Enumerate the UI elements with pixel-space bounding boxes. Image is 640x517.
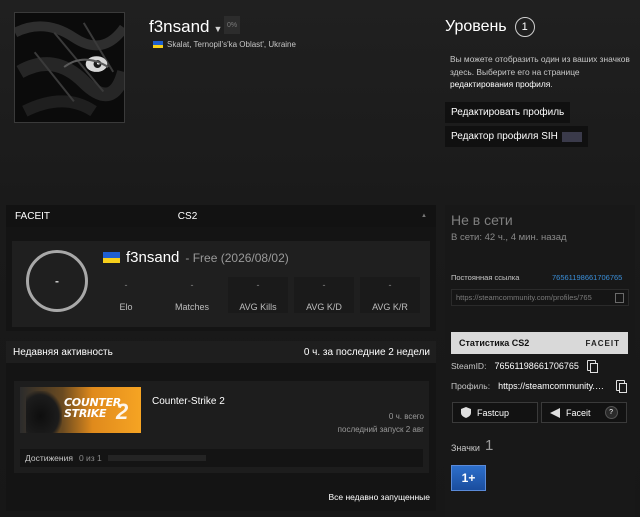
- sih-tag-icon: [561, 131, 582, 142]
- steamid-label: SteamID:: [451, 360, 487, 371]
- level-info: Вы можете отобразить один из ваших значк…: [450, 53, 630, 91]
- avatar-image: [15, 13, 124, 122]
- faceit-game-label: CS2: [177, 210, 198, 222]
- cover-art-figures: [26, 391, 62, 433]
- stat-avg-kd: - AVG K/D: [294, 277, 354, 313]
- ukraine-flag-icon: [153, 41, 163, 48]
- location: Skalat, Ternopil's'ka Oblast', Ukraine: [153, 40, 296, 49]
- sih-profile-editor-button[interactable]: Редактор профиля SIH: [445, 126, 588, 147]
- edit-profile-button[interactable]: Редактировать профиль: [445, 102, 571, 123]
- faceit-body: - f3nsand - Free (2026/08/02) - Elo - Ma…: [12, 241, 430, 327]
- game-cover-image[interactable]: COUNTER STRIKE 2: [20, 387, 141, 433]
- stat-label: AVG K/R: [372, 302, 408, 312]
- achievements-progress-track: [107, 455, 206, 461]
- profile-url-row: Профиль: https://steamcommunity.com/prof…: [451, 380, 628, 393]
- fastcup-button[interactable]: Fastcup: [452, 402, 538, 423]
- faceit-player: f3nsand - Free (2026/08/02): [103, 249, 289, 266]
- faceit-header: FACEIT CS2 ▲: [6, 205, 436, 227]
- level-label: Уровень: [445, 18, 507, 35]
- stat-label: AVG K/D: [306, 302, 342, 312]
- faceit-panel: FACEIT CS2 ▲ - f3nsand - Free (2026/08/0…: [6, 205, 436, 331]
- permalink-id-link[interactable]: 76561198661706765: [552, 273, 622, 282]
- badges-label[interactable]: Значки: [451, 443, 480, 453]
- badge-icon[interactable]: 1+: [451, 465, 486, 491]
- avatar[interactable]: [14, 12, 125, 123]
- copy-icon[interactable]: [616, 380, 628, 393]
- copy-icon[interactable]: [586, 360, 598, 373]
- stat-value: -: [388, 280, 392, 290]
- edit-profile-link[interactable]: редактирования профиля: [450, 79, 550, 89]
- faceit-level-ring: -: [26, 250, 88, 312]
- steamid-row: SteamID: 76561198661706765: [451, 360, 598, 373]
- ukraine-flag-icon: [103, 252, 120, 263]
- permalink-label: Постоянная ссылка: [451, 273, 520, 282]
- level-header: Уровень 1: [445, 17, 535, 37]
- stat-label: Matches: [174, 302, 209, 312]
- game-last-played: последний запуск 2 авг: [337, 425, 424, 434]
- stat-avg-kills: - AVG Kills: [228, 277, 288, 313]
- faceit-button[interactable]: Faceit ?: [541, 402, 627, 423]
- persona-name[interactable]: f3nsand ▼: [149, 17, 222, 37]
- see-all-recent-link[interactable]: Все недавно запущенные: [328, 492, 430, 502]
- game-title[interactable]: Counter-Strike 2: [152, 396, 225, 407]
- faceit-label: Faceit: [566, 407, 591, 418]
- sih-button-label: Редактор профиля SIH: [451, 131, 558, 142]
- permalink-url: https://steamcommunity.com/profiles/765: [456, 293, 592, 302]
- chevron-down-icon[interactable]: ▼: [214, 24, 223, 34]
- cover-logo-line2: STRIKE: [64, 407, 107, 420]
- profile-url-label: Профиль:: [451, 380, 491, 391]
- stat-matches: - Matches: [162, 277, 222, 313]
- location-text: Skalat, Ternopil's'ka Oblast', Ukraine: [167, 40, 296, 49]
- achievements-label: Достижения: [25, 453, 73, 463]
- achievements-bar[interactable]: Достижения 0 из 1: [20, 449, 423, 467]
- level-info-suffix: .: [550, 79, 553, 89]
- level-info-text: Вы можете отобразить один из ваших значк…: [450, 54, 630, 77]
- recent-activity-panel: Недавняя активность 0 ч. за последние 2 …: [6, 341, 436, 511]
- faceit-logo: FACEIT: [585, 338, 620, 348]
- level-badge: 1: [514, 17, 535, 37]
- badges-count: 1: [485, 437, 494, 454]
- permalink-input[interactable]: https://steamcommunity.com/profiles/765: [451, 289, 629, 306]
- stat-avg-kr: - AVG K/R: [360, 277, 420, 313]
- steamid-value: 76561198661706765: [494, 360, 579, 371]
- stat-value: -: [256, 280, 260, 290]
- stat-elo: - Elo: [96, 277, 156, 313]
- stat-value: -: [124, 280, 128, 290]
- online-status: Не в сети: [451, 212, 513, 228]
- faceit-arrow-icon: [550, 407, 560, 418]
- recent-game-card: COUNTER STRIKE 2 Counter-Strike 2 0 ч. в…: [14, 381, 429, 473]
- recent-activity-title[interactable]: Недавняя активность: [13, 347, 113, 358]
- stat-label: Elo: [119, 302, 133, 312]
- last-online: В сети: 42 ч., 4 мин. назад: [451, 232, 567, 243]
- faceit-nickname[interactable]: f3nsand: [126, 249, 179, 266]
- achievements-count: 0 из 1: [78, 453, 102, 463]
- stat-value: -: [322, 280, 326, 290]
- copy-icon[interactable]: [615, 293, 624, 303]
- cs2-stats-button[interactable]: Статистика CS2 FACEIT: [451, 332, 628, 354]
- faceit-membership: - Free (2026/08/02): [185, 250, 289, 265]
- collapse-triangle-icon[interactable]: ▲: [421, 213, 427, 219]
- game-total-hours: 0 ч. всего: [388, 412, 424, 421]
- recent-activity-header: Недавняя активность 0 ч. за последние 2 …: [6, 341, 436, 363]
- cs2-stats-label: Статистика CS2: [459, 338, 530, 348]
- stat-value: -: [190, 280, 194, 290]
- faceit-header-title: FACEIT: [15, 210, 51, 222]
- cover-logo: COUNTER STRIKE: [64, 397, 121, 419]
- stat-label: AVG Kills: [239, 302, 277, 312]
- cover-logo-number: 2: [116, 399, 129, 424]
- faceit-stats: - Elo - Matches - AVG Kills - AVG K/D - …: [96, 277, 420, 313]
- persona-name-text: f3nsand: [149, 17, 210, 36]
- profile-url-value: https://steamcommunity.com/profiles/7656…: [498, 380, 609, 391]
- shield-icon: [461, 407, 471, 418]
- percent-badge: 0%: [224, 16, 240, 34]
- game-hours: 0 ч. всего последний запуск 2 авг: [338, 410, 424, 436]
- recent-hours-summary: 0 ч. за последние 2 недели: [303, 346, 430, 358]
- fastcup-label: Fastcup: [477, 407, 510, 418]
- help-icon[interactable]: ?: [604, 406, 618, 419]
